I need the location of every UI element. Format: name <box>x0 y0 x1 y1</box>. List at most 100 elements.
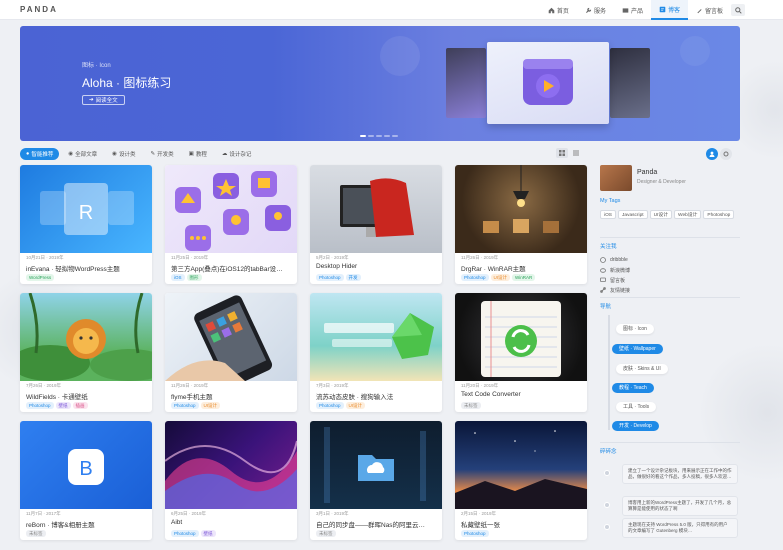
post-title[interactable]: 第三方App(叠点)在iOS12的tabBar设… <box>171 263 293 273</box>
nav-item-products[interactable]: 产品 <box>614 0 651 20</box>
post-card[interactable]: 5月2日 · 2019年 Desktop Hider Photoshop 开发 <box>310 165 442 284</box>
search-button[interactable] <box>731 4 745 16</box>
follow-item-weibo[interactable]: 新浪微博 <box>600 265 630 275</box>
post-title[interactable]: Text Code Converter <box>461 391 583 398</box>
post-card[interactable]: R 10月21日 · 2019年 inEvana · 轻拟物WordPress主… <box>20 165 152 284</box>
carousel-dot[interactable] <box>360 135 366 137</box>
post-thumbnail[interactable] <box>165 165 297 253</box>
tab-all-posts[interactable]: ◉ 全部文章 <box>62 148 103 160</box>
settings-toggle-button[interactable] <box>720 148 732 160</box>
post-title[interactable]: 私藏壁纸一张 <box>461 519 583 529</box>
sidebar-nav-icon[interactable]: 图标 · Icon <box>616 324 654 334</box>
avatar[interactable] <box>600 165 632 191</box>
post-tag[interactable]: 未标签 <box>316 530 336 537</box>
post-tag[interactable]: iOS <box>171 274 185 281</box>
nav-item-home[interactable]: 首页 <box>540 0 577 20</box>
post-card[interactable]: 7月26日 · 2019年 WildFields · 卡通壁纸 Photosho… <box>20 293 152 412</box>
post-tag[interactable]: 开发 <box>345 274 361 281</box>
post-tag[interactable]: Photoshop <box>26 402 54 409</box>
note-item[interactable]: 主题现在支持 WordPress 5.0 版，只得用有的用户的文章编写了 Gut… <box>622 518 738 538</box>
follow-item-guestbook[interactable]: 留言板 <box>600 275 630 285</box>
post-tag[interactable]: Photoshop <box>316 402 344 409</box>
tag-link[interactable]: Photoshop <box>703 210 735 219</box>
grid-view-button[interactable] <box>556 148 568 158</box>
carousel-dots[interactable] <box>360 135 398 137</box>
post-tag[interactable]: 插画 <box>72 402 88 409</box>
post-tag[interactable]: Photoshop <box>316 274 344 281</box>
post-tag[interactable]: WinRAR <box>512 274 536 281</box>
post-thumbnail[interactable] <box>310 165 442 253</box>
nav-item-guestbook[interactable]: 留言板 <box>688 0 731 20</box>
post-title[interactable]: reBorn · 博客&相册主题 <box>26 519 148 529</box>
post-tag[interactable]: UI设计 <box>345 402 366 409</box>
post-title[interactable]: Aibt <box>171 519 293 526</box>
hero-banner[interactable]: 图标 · Icon Aloha · 图标练习 ➔ 阅读全文 <box>20 26 740 141</box>
post-tag[interactable]: WordPress <box>26 274 55 281</box>
post-card[interactable]: B 11月7日 · 2017年 reBorn · 博客&相册主题 未标签 <box>20 421 152 540</box>
sidebar-nav-develop[interactable]: 开发 · Develop <box>612 421 659 431</box>
post-thumbnail[interactable] <box>165 421 297 509</box>
post-tag[interactable]: 未标签 <box>461 402 481 409</box>
post-thumbnail[interactable]: B <box>20 421 152 509</box>
tab-develop[interactable]: ✎ 开发类 <box>145 148 180 160</box>
tag-link[interactable]: UI设计 <box>649 210 672 219</box>
post-tag[interactable]: Photoshop <box>171 530 199 537</box>
post-title[interactable]: Desktop Hider <box>316 263 438 270</box>
profile-toggle-button[interactable] <box>706 148 718 160</box>
post-title[interactable]: 自己的同步盘——群晖Nas的阿里云… <box>316 519 438 529</box>
post-thumbnail[interactable] <box>20 293 152 381</box>
note-item[interactable]: 博客用上新的WordPress主题了，开发了几个月，总算算是能使用的状态了啊 <box>622 496 738 516</box>
list-view-button[interactable] <box>570 148 582 158</box>
tab-recommended[interactable]: ● 智能推荐 <box>20 148 60 160</box>
post-tag[interactable]: 图形 <box>186 274 202 281</box>
post-title[interactable]: DrgRar · WinRAR主题 <box>461 263 583 273</box>
carousel-dot[interactable] <box>392 135 398 137</box>
carousel-dot[interactable] <box>384 135 390 137</box>
post-tag[interactable]: Photoshop <box>171 402 199 409</box>
site-logo[interactable]: PANDA <box>20 5 58 14</box>
nav-item-blog[interactable]: 博客 <box>650 0 688 20</box>
post-tag[interactable]: Photoshop <box>461 530 489 537</box>
post-thumbnail[interactable] <box>455 165 587 253</box>
nav-item-services[interactable]: 服务 <box>577 0 614 20</box>
tab-tutorial[interactable]: ▣ 教程 <box>183 148 213 160</box>
post-thumbnail[interactable] <box>455 293 587 381</box>
post-title[interactable]: inEvana · 轻拟物WordPress主题 <box>26 263 148 273</box>
post-tag[interactable]: Photoshop <box>461 274 489 281</box>
post-tag[interactable]: 壁纸 <box>200 530 216 537</box>
post-tag[interactable]: 壁纸 <box>55 402 71 409</box>
tag-link[interactable]: Web设计 <box>674 210 702 219</box>
follow-item-dribbble[interactable]: dribbble <box>600 255 630 265</box>
carousel-dot[interactable] <box>376 135 382 137</box>
post-thumbnail[interactable]: R <box>20 165 152 253</box>
post-thumbnail[interactable] <box>310 293 442 381</box>
tag-link[interactable]: iOS <box>600 210 616 219</box>
post-title[interactable]: WildFields · 卡通壁纸 <box>26 391 148 401</box>
post-card[interactable]: 11月20日 · 2019年 Text Code Converter 未标签 <box>455 293 587 412</box>
post-card[interactable]: 11月25日 · 2019年 第三方App(叠点)在iOS12的tabBar设…… <box>165 165 297 284</box>
post-tag[interactable]: 未标签 <box>26 530 46 537</box>
post-card[interactable]: 3月1日 · 2019年 自己的同步盘——群晖Nas的阿里云… 未标签 <box>310 421 442 540</box>
post-title[interactable]: flyme手机主题 <box>171 391 293 401</box>
post-card[interactable]: 11月26日 · 2019年 DrgRar · WinRAR主题 Photosh… <box>455 165 587 284</box>
post-card[interactable]: 2月15日 · 2019年 私藏壁纸一张 Photoshop <box>455 421 587 540</box>
sidebar-nav-teach[interactable]: 教程 · Teach <box>612 383 654 393</box>
follow-item-links[interactable]: 友情链接 <box>600 285 630 295</box>
tab-design[interactable]: ◉ 设计类 <box>106 148 141 160</box>
post-card[interactable]: 11月26日 · 2019年 flyme手机主题 Photoshop UI设计 <box>165 293 297 412</box>
carousel-dot[interactable] <box>368 135 374 137</box>
note-item[interactable]: 建立了一个设计杂记板块，用来展示正在工作中的作品，做很好的看这个作品，多人投稿，… <box>622 464 738 484</box>
tab-design-notes[interactable]: ☁ 设计杂记 <box>216 148 258 160</box>
post-card[interactable]: 6月25日 · 2019年 Aibt Photoshop 壁纸 <box>165 421 297 540</box>
post-thumbnail[interactable] <box>310 421 442 509</box>
post-title[interactable]: 流苏动态皮肤 · 搜狗输入法 <box>316 391 438 401</box>
read-more-button[interactable]: ➔ 阅读全文 <box>82 95 125 105</box>
sidebar-nav-tools[interactable]: 工具 · Tools <box>616 402 657 412</box>
sidebar-nav-wallpaper[interactable]: 壁纸 · Wallpaper <box>612 344 663 354</box>
post-thumbnail[interactable] <box>165 293 297 381</box>
post-tag[interactable]: UI设计 <box>200 402 221 409</box>
post-thumbnail[interactable] <box>455 421 587 509</box>
sidebar-nav-skins[interactable]: 皮肤 · Skins & UI <box>616 364 668 374</box>
post-card[interactable]: 7月3日 · 2019年 流苏动态皮肤 · 搜狗输入法 Photoshop UI设… <box>310 293 442 412</box>
post-tag[interactable]: UI设计 <box>490 274 511 281</box>
